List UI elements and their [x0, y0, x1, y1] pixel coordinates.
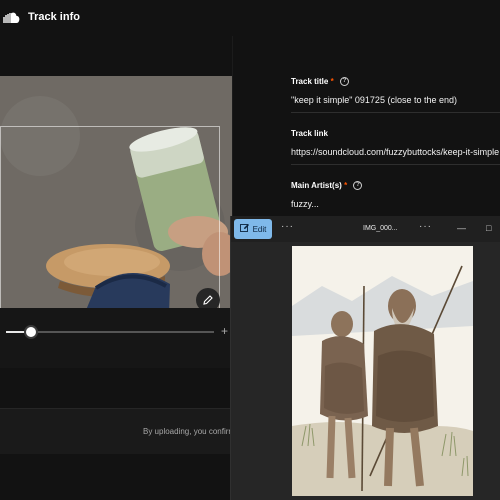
main-artist-label: Main Artist(s) * ? [291, 181, 363, 191]
viewer-edit-label: Edit [252, 224, 267, 234]
track-title-label: Track title * ? [291, 77, 349, 87]
upload-footer: By uploading, you confirm [0, 408, 236, 454]
track-link-label: Track link [291, 129, 328, 138]
minimize-icon[interactable]: — [457, 223, 466, 233]
top-bar: Track info [0, 0, 500, 36]
edit-image-icon [239, 223, 250, 235]
file-options-icon[interactable]: ··· [419, 221, 432, 232]
page-title: Track info [28, 11, 80, 23]
help-icon[interactable]: ? [353, 181, 363, 191]
photo-viewer-window: Edit ··· IMG_000... ··· — □ [230, 216, 500, 500]
artwork-editor: + By uploading, you confirm [0, 36, 235, 454]
divider [291, 112, 500, 113]
viewer-filename: IMG_000... [363, 225, 398, 232]
main-artist-input[interactable]: fuzzy... [291, 199, 319, 209]
viewer-image [292, 246, 473, 496]
artwork-photo[interactable] [0, 76, 232, 344]
required-marker: * [344, 181, 348, 190]
viewer-edit-button[interactable]: Edit [234, 219, 272, 239]
track-info-form: Track title * ? "keep it simple" 091725 … [232, 36, 500, 216]
zoom-slider-thumb[interactable] [23, 325, 38, 339]
zoom-in-icon[interactable]: + [221, 324, 228, 338]
help-icon[interactable]: ? [339, 77, 349, 87]
track-link-input[interactable]: https://soundcloud.com/fuzzybuttocks/kee… [291, 147, 499, 157]
divider [291, 164, 500, 165]
track-title-input[interactable]: "keep it simple" 091725 (close to the en… [291, 95, 457, 105]
viewer-toolbar: Edit ··· IMG_000... ··· — □ [231, 216, 500, 242]
maximize-icon[interactable]: □ [486, 223, 491, 233]
pencil-icon [202, 294, 214, 306]
zoom-slider-area: + [0, 308, 232, 368]
soundcloud-logo-icon [0, 10, 20, 24]
upload-disclaimer: By uploading, you confirm [143, 427, 236, 436]
more-options-icon[interactable]: ··· [281, 221, 294, 232]
required-marker: * [330, 77, 334, 86]
